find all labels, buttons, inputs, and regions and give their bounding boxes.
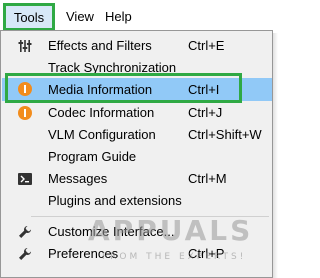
menu-item-label: Plugins and extensions (48, 193, 182, 208)
menu-view[interactable]: View (62, 8, 98, 26)
menu-item-label: Track Synchronization (48, 60, 177, 75)
menu-item-shortcut: Ctrl+Shift+W (188, 127, 262, 142)
terminal-icon (18, 172, 32, 186)
menu-item-codec-information[interactable]: Codec Information Ctrl+J (2, 102, 272, 124)
menu-tools[interactable]: Tools (5, 5, 53, 29)
menu-item-shortcut: Ctrl+E (188, 38, 225, 53)
menu-item-shortcut: Ctrl+J (188, 105, 223, 120)
info-icon (18, 82, 32, 96)
menu-item-plugins-extensions[interactable]: Plugins and extensions (2, 190, 272, 212)
dropdown-shadow (273, 33, 278, 278)
menu-item-label: Effects and Filters (48, 38, 152, 53)
menu-item-label: Codec Information (48, 105, 155, 120)
menu-item-label: Messages (48, 171, 108, 186)
menu-item-preferences[interactable]: Preferences Ctrl+P (2, 243, 272, 265)
wrench-icon (18, 247, 32, 261)
menu-item-label: Customize Interface... (48, 224, 175, 239)
menu-separator (31, 216, 269, 217)
info-icon (18, 106, 32, 120)
menu-item-track-synchronization[interactable]: Track Synchronization (2, 57, 272, 79)
menu-bar: Tools View Help (0, 0, 285, 31)
menu-item-customize-interface[interactable]: Customize Interface... (2, 221, 272, 243)
menu-item-shortcut: Ctrl+M (188, 171, 227, 186)
sliders-icon (18, 39, 32, 53)
wrench-icon (18, 225, 32, 239)
tools-dropdown-menu: Effects and Filters Ctrl+E Track Synchro… (0, 30, 273, 278)
menu-item-effects-filters[interactable]: Effects and Filters Ctrl+E (2, 35, 272, 57)
menu-item-vlm-configuration[interactable]: VLM Configuration Ctrl+Shift+W (2, 124, 272, 146)
menu-item-shortcut: Ctrl+I (188, 82, 220, 97)
menu-item-messages[interactable]: Messages Ctrl+M (2, 168, 272, 190)
menu-item-label: Media Information (48, 82, 153, 97)
menu-item-program-guide[interactable]: Program Guide (2, 146, 272, 168)
menu-item-label: Preferences (48, 246, 119, 261)
menu-help[interactable]: Help (101, 8, 136, 26)
menu-item-media-information[interactable]: Media Information Ctrl+I (2, 78, 272, 101)
menu-item-label: Program Guide (48, 149, 137, 164)
menu-item-shortcut: Ctrl+P (188, 246, 225, 261)
screenshot-canvas: Tools View Help Effects and Filters Ctrl… (0, 0, 285, 278)
menu-item-label: VLM Configuration (48, 127, 156, 142)
